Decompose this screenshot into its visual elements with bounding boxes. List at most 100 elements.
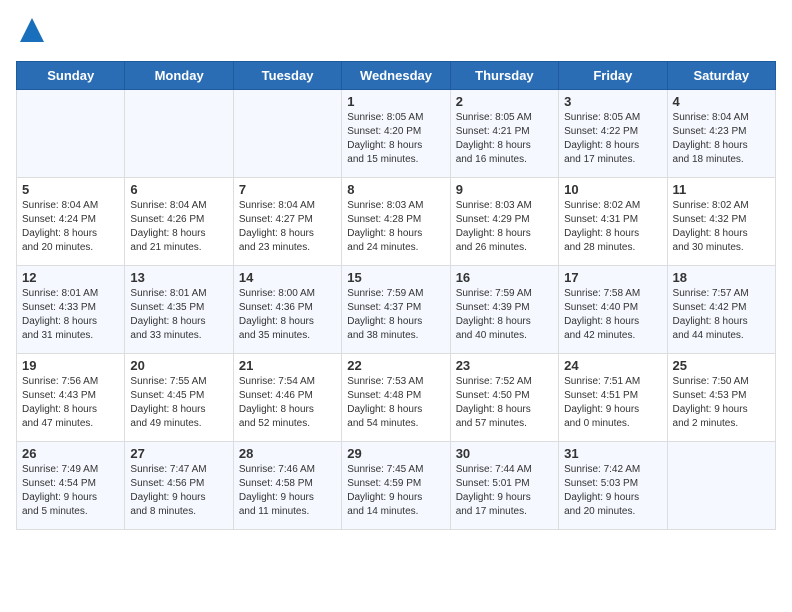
day-number: 20: [130, 358, 227, 373]
day-info: Sunrise: 8:01 AM Sunset: 4:35 PM Dayligh…: [130, 287, 227, 343]
weekday-header-wednesday: Wednesday: [342, 62, 450, 90]
day-number: 24: [564, 358, 661, 373]
calendar-cell: [17, 90, 125, 178]
weekday-header-row: SundayMondayTuesdayWednesdayThursdayFrid…: [17, 62, 776, 90]
day-number: 5: [22, 182, 119, 197]
calendar-cell: 11 Sunrise: 8:02 AM Sunset: 4:32 PM Dayli…: [667, 178, 775, 266]
calendar-cell: 30Sunrise: 7:44 AM Sunset: 5:01 PM Dayli…: [450, 442, 558, 530]
week-row-2: 5 Sunrise: 8:04 AM Sunset: 4:24 PM Daylig…: [17, 178, 776, 266]
day-number: 7: [239, 182, 336, 197]
day-info: Sunrise: 8:04 AM Sunset: 4:24 PM Dayligh…: [22, 199, 119, 255]
day-info: Sunrise: 7:53 AM Sunset: 4:48 PM Dayligh…: [347, 375, 444, 431]
calendar-cell: 26Sunrise: 7:49 AM Sunset: 4:54 PM Dayli…: [17, 442, 125, 530]
weekday-header-tuesday: Tuesday: [233, 62, 341, 90]
calendar-cell: 3 Sunrise: 8:05 AM Sunset: 4:22 PM Daylig…: [559, 90, 667, 178]
calendar-cell: [233, 90, 341, 178]
week-row-4: 19Sunrise: 7:56 AM Sunset: 4:43 PM Dayli…: [17, 354, 776, 442]
day-info: Sunrise: 8:01 AM Sunset: 4:33 PM Dayligh…: [22, 287, 119, 343]
day-info: Sunrise: 8:02 AM Sunset: 4:32 PM Dayligh…: [673, 199, 770, 255]
day-number: 4: [673, 94, 770, 109]
calendar-cell: 27 Sunrise: 7:47 AM Sunset: 4:56 PM Dayli…: [125, 442, 233, 530]
week-row-3: 12 Sunrise: 8:01 AM Sunset: 4:33 PM Dayli…: [17, 266, 776, 354]
day-info: Sunrise: 7:45 AM Sunset: 4:59 PM Dayligh…: [347, 463, 444, 519]
day-info: Sunrise: 8:02 AM Sunset: 4:31 PM Dayligh…: [564, 199, 661, 255]
calendar-cell: [667, 442, 775, 530]
page-header: [16, 16, 776, 49]
calendar-cell: 25 Sunrise: 7:50 AM Sunset: 4:53 PM Dayli…: [667, 354, 775, 442]
day-info: Sunrise: 7:59 AM Sunset: 4:39 PM Dayligh…: [456, 287, 553, 343]
day-info: Sunrise: 7:54 AM Sunset: 4:46 PM Dayligh…: [239, 375, 336, 431]
weekday-header-sunday: Sunday: [17, 62, 125, 90]
day-info: Sunrise: 7:59 AM Sunset: 4:37 PM Dayligh…: [347, 287, 444, 343]
day-number: 3: [564, 94, 661, 109]
logo: [16, 16, 46, 49]
calendar-cell: 16 Sunrise: 7:59 AM Sunset: 4:39 PM Dayli…: [450, 266, 558, 354]
day-number: 25: [673, 358, 770, 373]
weekday-header-friday: Friday: [559, 62, 667, 90]
day-info: Sunrise: 7:57 AM Sunset: 4:42 PM Dayligh…: [673, 287, 770, 343]
day-number: 30: [456, 446, 553, 461]
calendar-cell: 28Sunrise: 7:46 AM Sunset: 4:58 PM Dayli…: [233, 442, 341, 530]
calendar-cell: 14 Sunrise: 8:00 AM Sunset: 4:36 PM Dayli…: [233, 266, 341, 354]
day-number: 31: [564, 446, 661, 461]
calendar-cell: 22 Sunrise: 7:53 AM Sunset: 4:48 PM Dayli…: [342, 354, 450, 442]
day-number: 1: [347, 94, 444, 109]
day-number: 2: [456, 94, 553, 109]
day-info: Sunrise: 7:58 AM Sunset: 4:40 PM Dayligh…: [564, 287, 661, 343]
day-info: Sunrise: 7:51 AM Sunset: 4:51 PM Dayligh…: [564, 375, 661, 431]
calendar-cell: 9 Sunrise: 8:03 AM Sunset: 4:29 PM Daylig…: [450, 178, 558, 266]
day-number: 16: [456, 270, 553, 285]
day-number: 26: [22, 446, 119, 461]
day-info: Sunrise: 7:56 AM Sunset: 4:43 PM Dayligh…: [22, 375, 119, 431]
day-number: 18: [673, 270, 770, 285]
calendar-cell: 8 Sunrise: 8:03 AM Sunset: 4:28 PM Daylig…: [342, 178, 450, 266]
calendar-cell: 19Sunrise: 7:56 AM Sunset: 4:43 PM Dayli…: [17, 354, 125, 442]
day-number: 27: [130, 446, 227, 461]
day-info: Sunrise: 8:03 AM Sunset: 4:28 PM Dayligh…: [347, 199, 444, 255]
day-info: Sunrise: 8:04 AM Sunset: 4:27 PM Dayligh…: [239, 199, 336, 255]
day-number: 13: [130, 270, 227, 285]
day-info: Sunrise: 7:52 AM Sunset: 4:50 PM Dayligh…: [456, 375, 553, 431]
day-number: 29: [347, 446, 444, 461]
calendar-cell: 12 Sunrise: 8:01 AM Sunset: 4:33 PM Dayli…: [17, 266, 125, 354]
calendar-table: SundayMondayTuesdayWednesdayThursdayFrid…: [16, 61, 776, 530]
calendar-cell: 20 Sunrise: 7:55 AM Sunset: 4:45 PM Dayli…: [125, 354, 233, 442]
week-row-1: 1Sunrise: 8:05 AM Sunset: 4:20 PM Daylig…: [17, 90, 776, 178]
day-number: 23: [456, 358, 553, 373]
day-number: 8: [347, 182, 444, 197]
calendar-cell: 21 Sunrise: 7:54 AM Sunset: 4:46 PM Dayli…: [233, 354, 341, 442]
day-number: 15: [347, 270, 444, 285]
day-info: Sunrise: 7:55 AM Sunset: 4:45 PM Dayligh…: [130, 375, 227, 431]
day-info: Sunrise: 8:04 AM Sunset: 4:23 PM Dayligh…: [673, 111, 770, 167]
day-info: Sunrise: 8:03 AM Sunset: 4:29 PM Dayligh…: [456, 199, 553, 255]
week-row-5: 26Sunrise: 7:49 AM Sunset: 4:54 PM Dayli…: [17, 442, 776, 530]
calendar-cell: 10 Sunrise: 8:02 AM Sunset: 4:31 PM Dayli…: [559, 178, 667, 266]
day-number: 12: [22, 270, 119, 285]
calendar-cell: 2 Sunrise: 8:05 AM Sunset: 4:21 PM Daylig…: [450, 90, 558, 178]
day-info: Sunrise: 8:00 AM Sunset: 4:36 PM Dayligh…: [239, 287, 336, 343]
calendar-cell: 5 Sunrise: 8:04 AM Sunset: 4:24 PM Daylig…: [17, 178, 125, 266]
day-number: 17: [564, 270, 661, 285]
calendar-cell: 17 Sunrise: 7:58 AM Sunset: 4:40 PM Dayli…: [559, 266, 667, 354]
day-number: 14: [239, 270, 336, 285]
day-info: Sunrise: 8:05 AM Sunset: 4:22 PM Dayligh…: [564, 111, 661, 167]
weekday-header-monday: Monday: [125, 62, 233, 90]
day-info: Sunrise: 8:05 AM Sunset: 4:21 PM Dayligh…: [456, 111, 553, 167]
calendar-cell: 13 Sunrise: 8:01 AM Sunset: 4:35 PM Dayli…: [125, 266, 233, 354]
day-number: 10: [564, 182, 661, 197]
day-info: Sunrise: 7:50 AM Sunset: 4:53 PM Dayligh…: [673, 375, 770, 431]
day-number: 9: [456, 182, 553, 197]
day-number: 21: [239, 358, 336, 373]
calendar-cell: 24 Sunrise: 7:51 AM Sunset: 4:51 PM Dayli…: [559, 354, 667, 442]
weekday-header-saturday: Saturday: [667, 62, 775, 90]
day-number: 6: [130, 182, 227, 197]
day-info: Sunrise: 7:47 AM Sunset: 4:56 PM Dayligh…: [130, 463, 227, 519]
day-number: 22: [347, 358, 444, 373]
calendar-cell: [125, 90, 233, 178]
calendar-cell: 7 Sunrise: 8:04 AM Sunset: 4:27 PM Daylig…: [233, 178, 341, 266]
day-number: 11: [673, 182, 770, 197]
calendar-cell: 15 Sunrise: 7:59 AM Sunset: 4:37 PM Dayli…: [342, 266, 450, 354]
logo-icon: [18, 16, 46, 44]
calendar-cell: 1Sunrise: 8:05 AM Sunset: 4:20 PM Daylig…: [342, 90, 450, 178]
weekday-header-thursday: Thursday: [450, 62, 558, 90]
